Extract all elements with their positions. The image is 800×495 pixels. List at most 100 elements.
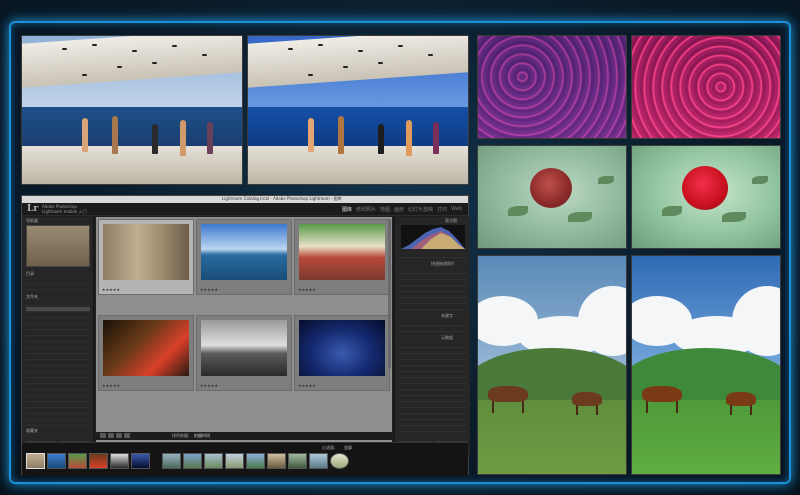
- module-map[interactable]: 地图: [380, 206, 390, 213]
- keyword-row[interactable]: [399, 321, 467, 326]
- quick-develop-row[interactable]: [399, 299, 467, 304]
- folder-row[interactable]: [26, 319, 90, 324]
- metadata-row[interactable]: [399, 409, 467, 414]
- quick-develop-row[interactable]: [399, 269, 467, 274]
- folder-row[interactable]: [26, 331, 90, 336]
- folder-row[interactable]: [26, 373, 90, 378]
- filmstrip-thumb[interactable]: [131, 453, 150, 469]
- folder-row[interactable]: [26, 301, 90, 306]
- metadata-row[interactable]: [399, 361, 467, 366]
- module-library[interactable]: 图库: [342, 206, 352, 213]
- metadata-row[interactable]: [399, 397, 467, 402]
- grid-view-icon[interactable]: [100, 433, 106, 438]
- grid-scrollbar[interactable]: [388, 219, 391, 369]
- folder-row[interactable]: [26, 379, 90, 384]
- module-print[interactable]: 打印: [437, 206, 447, 213]
- rating-stars[interactable]: ★★★★★: [298, 287, 316, 292]
- filmstrip-thumb[interactable]: [309, 453, 328, 469]
- survey-view-icon[interactable]: [124, 433, 130, 438]
- beach-before-photo[interactable]: [21, 35, 243, 185]
- folder-row[interactable]: [26, 361, 90, 366]
- folders-header[interactable]: 文件夹: [26, 294, 38, 300]
- grid-cell-buddha[interactable]: ★★★★★: [98, 219, 194, 295]
- grid-cell-bw-boat[interactable]: ★★★★★: [196, 315, 292, 391]
- metadata-row[interactable]: [399, 403, 467, 408]
- metadata-row[interactable]: [399, 355, 467, 360]
- metadata-header[interactable]: 元数据: [441, 335, 453, 341]
- keywording-header[interactable]: 关键字: [441, 313, 453, 319]
- filmstrip-thumb[interactable]: [162, 453, 181, 469]
- folder-row[interactable]: [26, 391, 90, 396]
- texture-after-photo[interactable]: [631, 35, 781, 139]
- folder-row[interactable]: [26, 349, 90, 354]
- horses-before-photo[interactable]: [477, 255, 627, 475]
- folder-row[interactable]: [26, 325, 90, 330]
- collections-header[interactable]: 收藏夹: [26, 428, 38, 434]
- filmstrip-thumb[interactable]: [89, 453, 108, 469]
- folder-row[interactable]: [26, 337, 90, 342]
- module-slideshow[interactable]: 幻灯片放映: [408, 206, 433, 213]
- folder-row[interactable]: [26, 409, 90, 414]
- rose-after-photo[interactable]: [631, 145, 781, 249]
- catalog-row[interactable]: [26, 279, 90, 284]
- loupe-view-icon[interactable]: [108, 433, 114, 438]
- filmstrip-thumb[interactable]: [183, 453, 202, 469]
- grid-cell-night-street[interactable]: ★★★★★: [98, 315, 194, 391]
- metadata-row[interactable]: [399, 421, 467, 426]
- navigator-preview[interactable]: [26, 225, 90, 267]
- keyword-row[interactable]: [399, 327, 467, 332]
- metadata-row[interactable]: [399, 391, 467, 396]
- metadata-row[interactable]: [399, 379, 467, 384]
- folder-row[interactable]: [26, 313, 90, 318]
- filmstrip-thumb[interactable]: [110, 453, 129, 469]
- module-book[interactable]: 画册: [394, 206, 404, 213]
- rating-stars[interactable]: ★★★★★: [102, 287, 120, 292]
- sort-value[interactable]: 拍摄时间: [194, 433, 210, 439]
- folder-row[interactable]: [26, 397, 90, 402]
- folder-row-selected[interactable]: [26, 307, 90, 312]
- filmstrip-thumb[interactable]: [288, 453, 307, 469]
- metadata-row[interactable]: [399, 367, 467, 372]
- quick-develop-row[interactable]: [399, 275, 467, 280]
- rating-stars[interactable]: ★★★★★: [200, 383, 218, 388]
- navigator-header[interactable]: 导航器: [26, 218, 38, 224]
- module-web[interactable]: Web: [451, 206, 462, 213]
- folder-row[interactable]: [26, 367, 90, 372]
- folder-row[interactable]: [26, 415, 90, 420]
- beach-after-photo[interactable]: [247, 35, 469, 185]
- module-develop[interactable]: 修改照片: [356, 206, 376, 213]
- filmstrip-thumb[interactable]: [246, 453, 265, 469]
- metadata-row[interactable]: [399, 343, 467, 348]
- quick-develop-row[interactable]: [399, 281, 467, 286]
- filmstrip-thumb[interactable]: [330, 453, 349, 469]
- filmstrip-thumb[interactable]: [225, 453, 244, 469]
- rating-stars[interactable]: ★★★★★: [200, 287, 218, 292]
- catalog-row[interactable]: [26, 285, 90, 290]
- metadata-row[interactable]: [399, 427, 467, 432]
- filmstrip-thumb[interactable]: [47, 453, 66, 469]
- folder-row[interactable]: [26, 403, 90, 408]
- folder-row[interactable]: [26, 421, 90, 426]
- filmstrip-thumb[interactable]: [26, 453, 45, 469]
- folder-row[interactable]: [26, 355, 90, 360]
- filmstrip-thumb[interactable]: [267, 453, 286, 469]
- metadata-row[interactable]: [399, 373, 467, 378]
- folder-row[interactable]: [26, 385, 90, 390]
- metadata-row[interactable]: [399, 349, 467, 354]
- metadata-row[interactable]: [399, 385, 467, 390]
- quick-develop-row[interactable]: [399, 305, 467, 310]
- grid-cell-boats[interactable]: ★★★★★: [196, 219, 292, 295]
- rating-stars[interactable]: ★★★★★: [102, 383, 120, 388]
- compare-view-icon[interactable]: [116, 433, 122, 438]
- quick-develop-row[interactable]: [399, 293, 467, 298]
- filter-value[interactable]: 全部: [344, 445, 352, 451]
- filmstrip-thumb[interactable]: [68, 453, 87, 469]
- rose-before-photo[interactable]: [477, 145, 627, 249]
- catalog-header[interactable]: 目录: [26, 271, 34, 277]
- metadata-row[interactable]: [399, 415, 467, 420]
- rating-stars[interactable]: ★★★★★: [298, 383, 316, 388]
- quick-develop-header[interactable]: 快速修改照片: [431, 261, 455, 267]
- texture-before-photo[interactable]: [477, 35, 627, 139]
- folder-row[interactable]: [26, 343, 90, 348]
- grid-cell-milky-way[interactable]: ★★★★★: [294, 315, 390, 391]
